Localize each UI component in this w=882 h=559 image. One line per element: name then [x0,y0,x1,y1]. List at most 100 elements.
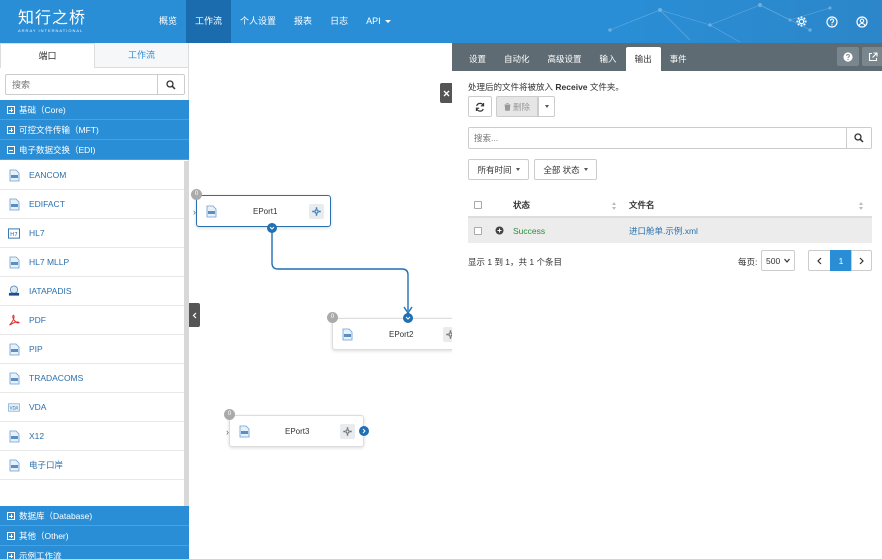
refresh-button[interactable] [468,96,492,117]
help-icon[interactable] [825,15,838,28]
group-samples[interactable]: 示例工作流 [0,546,189,559]
user-icon[interactable] [855,15,868,28]
time-filter-dropdown[interactable]: 所有时间 [468,159,529,180]
node-badge: 0 [224,409,235,420]
tab-workflows[interactable]: 工作流 [95,43,188,68]
tab-input[interactable]: 输入 [591,47,626,75]
group-core[interactable]: 基础（Core) [0,100,189,120]
file-search [468,127,872,149]
nav-logs[interactable]: 日志 [321,0,357,43]
prev-page-button[interactable] [808,250,831,271]
close-panel-button[interactable] [440,83,452,103]
port-label: HL7 MLLP [29,257,70,267]
node-title: EPort2 [389,330,414,339]
sidebar-search-input[interactable] [5,74,157,95]
sidebar-search [5,74,185,95]
column-filename[interactable]: 文件名 [629,194,655,216]
per-page-select[interactable]: 500 [761,250,795,271]
gear-icon[interactable] [340,424,355,439]
chevron-down-icon [515,168,520,171]
list-item[interactable]: IATAPADIS [0,277,185,306]
next-page-button[interactable] [851,250,872,271]
desc-suffix: 文件夹。 [589,82,624,92]
nav-profile[interactable]: 个人设置 [231,0,285,43]
list-item[interactable]: HL7 MLLP [0,248,185,277]
port-label: HL7 [29,228,45,238]
top-navbar: 知行之桥 ARRAY INTERNATIONAL 概览 工作流 个人设置 报表 … [0,0,882,43]
list-item[interactable]: X12 [0,422,185,451]
collapse-sidebar-button[interactable] [189,303,200,327]
nav-overview[interactable]: 概览 [150,0,186,43]
list-item[interactable]: PDF [0,306,185,335]
table-header: 状态 文件名 [468,194,872,218]
page-1-button[interactable]: 1 [830,250,852,271]
group-samples-label: 示例工作流 [19,551,62,559]
document-icon [8,168,20,182]
row-checkbox[interactable] [474,218,482,243]
list-item[interactable]: EDIFACT [0,190,185,219]
file-table: 状态 文件名 Success 进口舱单.示例.xml [468,194,872,243]
workflow-node-eport2[interactable]: 0 EPort2 [327,312,462,350]
group-other[interactable]: 其他（Other) [0,526,189,546]
list-item[interactable]: PIP [0,335,185,364]
list-item[interactable]: TRADACOMS [0,364,185,393]
chevron-left-icon [192,312,197,318]
list-item[interactable]: VDA VDA [0,393,185,422]
port-label: VDA [29,402,47,412]
workflow-canvas[interactable]: 0 › EPort1 0 EPort2 0 › EPort3 [190,43,462,559]
tab-automation[interactable]: 自动化 [495,47,539,75]
column-status[interactable]: 状态 [513,194,530,216]
list-item[interactable]: 电子口岸 [0,451,185,480]
tab-advanced[interactable]: 高级设置 [539,47,591,75]
expand-icon [7,552,15,559]
output-connector-icon[interactable] [359,426,369,436]
tab-ports[interactable]: 端口 [0,43,95,68]
sidebar-scrollbar[interactable] [184,161,189,506]
gear-icon[interactable] [309,204,324,219]
list-item[interactable]: EANCOM [0,161,185,190]
brand-logo[interactable]: 知行之桥 ARRAY INTERNATIONAL [18,8,86,33]
vda-icon: VDA [8,400,20,414]
nav-api[interactable]: API [357,0,400,43]
sort-icon[interactable] [859,202,863,211]
port-label: PDF [29,315,46,325]
delete-dropdown-button[interactable] [538,96,555,117]
tab-events[interactable]: 事件 [661,47,696,75]
output-connector-icon[interactable] [267,223,277,233]
table-row[interactable]: Success 进口舱单.示例.xml [468,218,872,243]
row-status: Success [513,225,546,236]
search-icon[interactable] [157,74,185,95]
status-filter-dropdown[interactable]: 全部 状态 [534,159,597,180]
group-edi[interactable]: 电子数据交换（EDI) [0,140,189,160]
collapse-icon [7,146,15,154]
expand-row-icon[interactable] [495,218,504,243]
table-info: 显示 1 到 1，共 1 个条目 [468,257,562,267]
delete-button[interactable]: 删除 [496,96,538,117]
group-database[interactable]: 数据库（Database) [0,506,189,526]
sidebar-tabs: 端口 工作流 [0,43,188,68]
list-item[interactable]: H7 HL7 [0,219,185,248]
file-search-input[interactable] [468,127,846,149]
nav-workflow[interactable]: 工作流 [186,0,232,43]
gear-icon[interactable] [795,15,808,28]
document-icon [8,371,20,385]
trash-icon [504,102,511,111]
tab-output[interactable]: 输出 [625,47,661,75]
workflow-node-eport3[interactable]: 0 › EPort3 [224,409,364,447]
select-all-checkbox[interactable] [474,194,482,216]
input-connector-icon[interactable] [403,313,413,323]
nav-reports[interactable]: 报表 [285,0,321,43]
group-mft[interactable]: 可控文件传输（MFT) [0,120,189,140]
search-icon[interactable] [846,127,872,149]
workflow-node-eport1[interactable]: 0 › EPort1 [191,189,331,227]
sort-icon[interactable] [612,202,616,211]
expand-icon [7,532,15,540]
input-arrow-icon: › [226,427,229,437]
external-link-icon[interactable] [862,47,882,66]
tab-settings[interactable]: 设置 [460,47,495,75]
row-filename-link[interactable]: 进口舱单.示例.xml [629,218,698,243]
group-other-label: 其他（Other) [19,531,69,541]
help-icon[interactable] [837,47,859,66]
desc-prefix: 处理后的文件将被放入 [468,82,554,92]
desc-folder: Receive [555,82,588,92]
